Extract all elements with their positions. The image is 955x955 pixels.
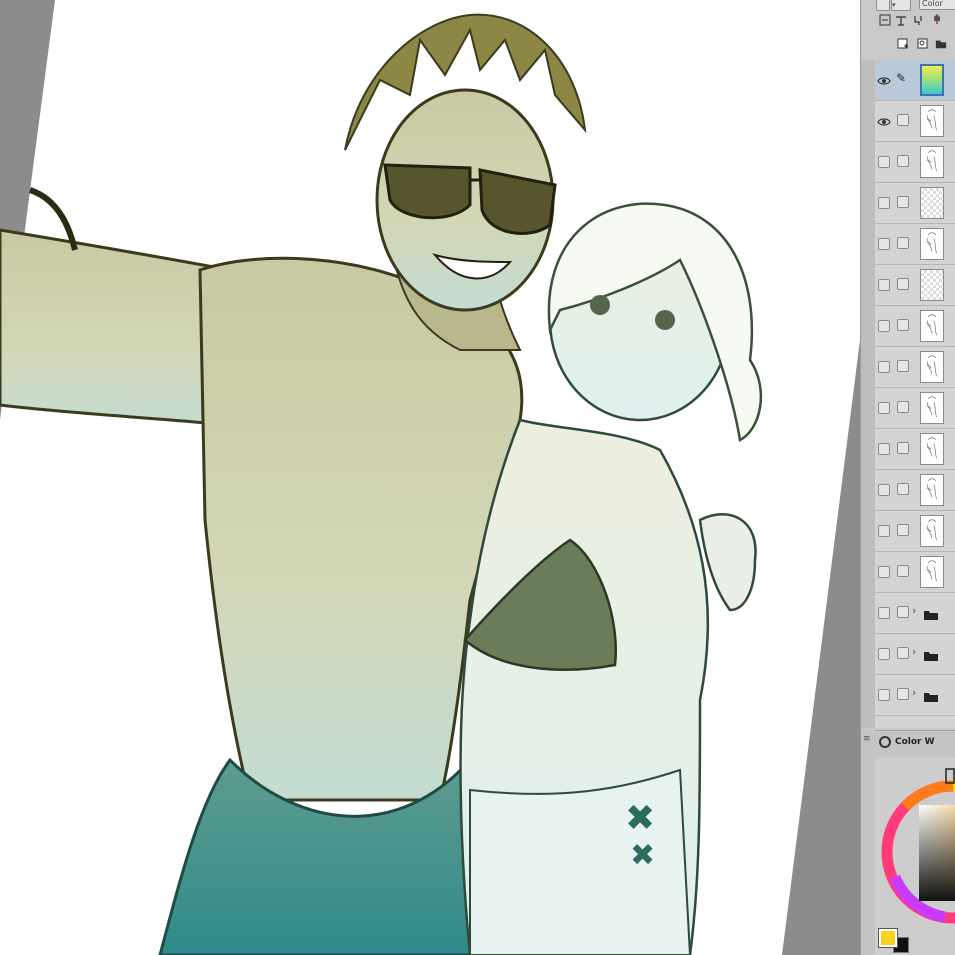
chevron-down-icon: ▾ [892,1,896,9]
color-mode-label: Color [922,0,943,8]
visibility-toggle[interactable] [877,524,891,538]
layer-panel: ▾ Color ✎ › › › › ≡ Color W [860,0,955,955]
visibility-toggle[interactable] [877,442,891,456]
layer-row[interactable] [875,388,955,429]
folder-icon [923,606,939,625]
layer-lock-toggle[interactable] [897,237,909,249]
layer-folder-row[interactable]: › [875,593,955,634]
pen-edit-icon[interactable]: ✎ [896,71,906,85]
color-wheel-header: Color W [875,730,955,757]
visibility-toggle[interactable] [877,688,891,702]
color-wheel-tab-icon[interactable] [879,736,891,748]
layer-row[interactable] [875,183,955,224]
layer-thumbnail[interactable] [920,392,944,424]
layer-lock-toggle[interactable] [897,688,909,700]
woman-shorts [469,768,692,955]
panel-scrollbar[interactable] [861,60,875,728]
folder-icon [923,688,939,707]
new-layer-icon[interactable] [897,38,909,50]
main-color-swatch[interactable] [878,928,898,948]
color-wheel-panel [875,757,955,955]
menu-icon[interactable]: ≡ [863,734,871,744]
layer-thumbnail[interactable] [920,474,944,506]
visibility-toggle[interactable] [877,237,891,251]
layer-lock-toggle[interactable] [897,401,909,413]
layer-thumbnail[interactable] [920,351,944,383]
layer-row[interactable] [875,511,955,552]
mask-icon[interactable] [913,14,925,26]
visibility-toggle[interactable] [877,606,891,620]
layer-row[interactable] [875,224,955,265]
layer-row[interactable] [875,552,955,593]
layer-lock-toggle[interactable] [897,319,909,331]
blend-mode-dropdown[interactable]: ▾ [891,0,911,11]
visibility-toggle[interactable] [877,196,891,210]
layer-thumbnail[interactable] [920,187,944,219]
visibility-toggle[interactable] [877,319,891,333]
layer-lock-toggle[interactable] [897,483,909,495]
ruler-icon[interactable] [895,14,907,26]
layer-lock-toggle[interactable] [897,606,909,618]
chevron-right-icon[interactable]: › [912,686,916,699]
layer-lock-toggle[interactable] [897,647,909,659]
visibility-toggle[interactable] [877,647,891,661]
visibility-toggle[interactable] [877,565,891,579]
layer-lock-toggle[interactable] [897,565,909,577]
canvas-area[interactable]: ✖ ✖ [0,0,860,955]
layer-lock-toggle[interactable] [897,442,909,454]
layer-row[interactable] [875,101,955,142]
layer-lock-toggle[interactable] [897,196,909,208]
layer-thumbnail[interactable] [920,269,944,301]
eye-icon[interactable] [877,114,891,128]
svg-text:✖: ✖ [625,798,655,839]
svg-text:✖: ✖ [630,838,655,873]
visibility-toggle[interactable] [877,278,891,292]
layer-thumbnail[interactable] [920,228,944,260]
layer-row[interactable] [875,306,955,347]
layer-thumbnail[interactable] [920,433,944,465]
layer-thumbnail[interactable] [920,146,944,178]
layer-lock-toggle[interactable] [897,114,909,126]
layer-row[interactable] [875,470,955,511]
layer-property-box[interactable] [876,0,890,11]
reference-icon[interactable] [931,13,943,25]
chevron-right-icon[interactable]: › [912,604,916,617]
layer-folder-row[interactable]: › [875,634,955,675]
drawing-canvas[interactable]: ✖ ✖ [0,0,860,955]
layer-row[interactable] [875,429,955,470]
layer-folder-row[interactable]: › [875,716,955,728]
layer-thumbnail[interactable] [920,556,944,588]
layer-row[interactable] [875,265,955,306]
visibility-toggle[interactable] [877,401,891,415]
new-vector-layer-icon[interactable] [917,38,929,50]
folder-icon [923,647,939,666]
visibility-toggle[interactable] [877,360,891,374]
layer-row[interactable] [875,347,955,388]
chevron-right-icon[interactable]: › [912,727,916,728]
eye-icon[interactable] [877,73,891,87]
visibility-toggle[interactable] [877,483,891,497]
layer-lock-toggle[interactable] [897,524,909,536]
new-folder-icon[interactable] [935,38,947,50]
layer-folder-row[interactable]: › [875,675,955,716]
layer-list: ✎ › › › › [875,60,955,728]
layer-settings-icon[interactable] [879,14,891,26]
color-wheel-tab-label[interactable]: Color W [895,737,935,747]
layer-thumbnail[interactable] [920,64,944,96]
chevron-right-icon[interactable]: › [912,645,916,658]
color-wheel[interactable] [875,757,955,955]
visibility-toggle[interactable] [877,155,891,169]
layer-thumbnail[interactable] [920,105,944,137]
layer-thumbnail[interactable] [920,310,944,342]
color-mode-dropdown[interactable]: Color [919,0,955,10]
layer-lock-toggle[interactable] [897,278,909,290]
layer-lock-toggle[interactable] [897,155,909,167]
layer-lock-toggle[interactable] [897,360,909,372]
layer-thumbnail[interactable] [920,515,944,547]
panel-side-strip: ≡ [861,730,875,955]
layer-row[interactable]: ✎ [875,60,955,101]
layer-row[interactable] [875,142,955,183]
